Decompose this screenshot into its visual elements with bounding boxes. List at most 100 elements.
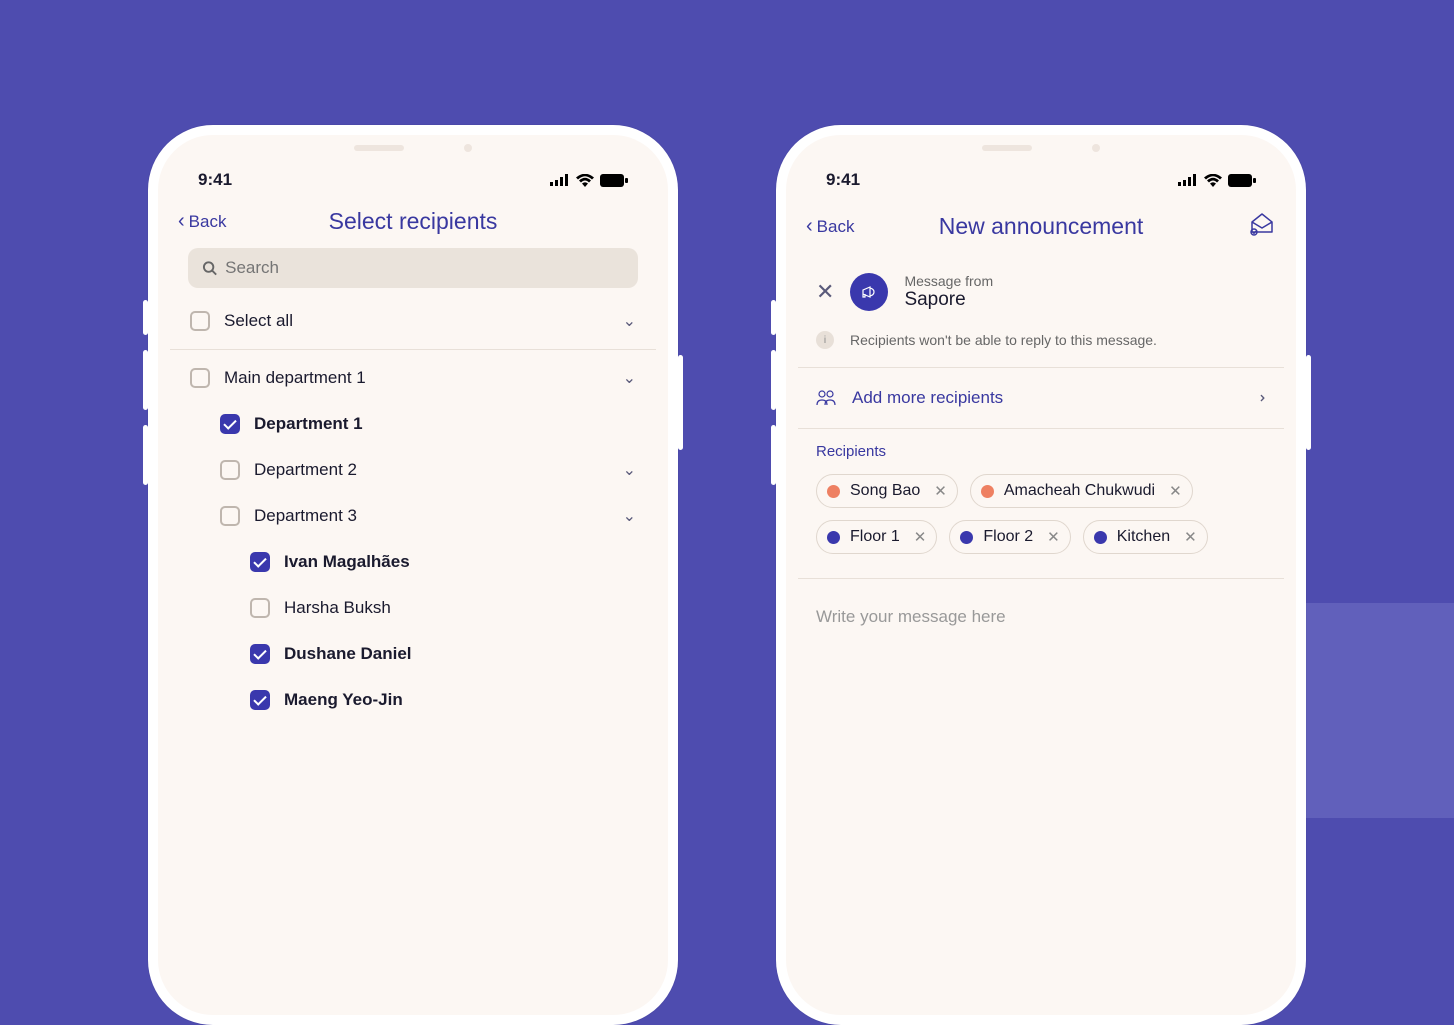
status-time: 9:41 (198, 170, 232, 190)
back-button[interactable]: ‹ Back (178, 210, 226, 233)
chip-dot (1094, 531, 1107, 544)
chevron-down-icon[interactable]: ⌄ (623, 506, 636, 526)
message-from-name: Sapore (904, 289, 993, 311)
recipients-label: Recipients (816, 443, 1266, 460)
search-input[interactable] (225, 258, 624, 278)
checkbox-checked[interactable] (250, 644, 270, 664)
chip-dot (960, 531, 973, 544)
chevron-left-icon: ‹ (806, 215, 813, 238)
message-from-label: Message from (904, 273, 993, 289)
megaphone-icon (860, 283, 878, 301)
info-row: i Recipients won't be able to reply to t… (786, 331, 1296, 367)
main-dept-label: Main department 1 (224, 368, 366, 388)
chevron-right-icon: ⌄ (1249, 391, 1269, 404)
department-row[interactable]: Department 2 ⌄ (170, 447, 656, 493)
chip-remove-icon[interactable]: ✕ (934, 482, 947, 500)
person-name: Dushane Daniel (284, 644, 412, 664)
person-name: Harsha Buksh (284, 598, 391, 618)
add-recipients-label: Add more recipients (852, 388, 1003, 408)
dept-label: Department 2 (254, 460, 357, 480)
wifi-icon (576, 174, 594, 187)
background-accent (1294, 603, 1454, 818)
chip-dot (827, 485, 840, 498)
checkbox[interactable] (220, 460, 240, 480)
add-recipients-button[interactable]: Add more recipients ⌄ (786, 368, 1296, 428)
info-text: Recipients won't be able to reply to thi… (850, 332, 1157, 348)
select-all-label: Select all (224, 311, 293, 331)
chevron-down-icon[interactable]: ⌄ (623, 460, 636, 480)
avatar (850, 273, 888, 311)
message-header: ✕ Message from Sapore (786, 253, 1296, 331)
chip-name: Song Bao (850, 482, 920, 500)
wifi-icon (1204, 174, 1222, 187)
checkbox[interactable] (190, 368, 210, 388)
person-row[interactable]: Harsha Buksh (170, 585, 656, 631)
compose-input[interactable]: Write your message here (786, 579, 1296, 655)
person-row[interactable]: Maeng Yeo-Jin (170, 677, 656, 723)
chip-remove-icon[interactable]: ✕ (1047, 528, 1060, 546)
battery-icon (1228, 174, 1256, 187)
person-row[interactable]: Ivan Magalhães (170, 539, 656, 585)
chip-name: Floor 1 (850, 528, 900, 546)
status-time: 9:41 (826, 170, 860, 190)
page-title: New announcement (939, 213, 1144, 240)
recipient-chip[interactable]: Floor 2 ✕ (949, 520, 1070, 554)
header-row: ‹ Back Select recipients (158, 200, 668, 243)
chip-name: Kitchen (1117, 528, 1170, 546)
department-row[interactable]: Department 3 ⌄ (170, 493, 656, 539)
chip-remove-icon[interactable]: ✕ (914, 528, 927, 546)
side-button (1306, 355, 1311, 450)
checkbox[interactable] (190, 311, 210, 331)
info-icon: i (816, 331, 834, 349)
person-name: Ivan Magalhães (284, 552, 410, 572)
compose-placeholder: Write your message here (816, 607, 1006, 626)
side-button (143, 350, 148, 410)
chevron-down-icon[interactable]: ⌄ (623, 311, 636, 331)
chip-dot (827, 531, 840, 544)
main-department-row[interactable]: Main department 1 ⌄ (170, 355, 656, 401)
dept-label: Department 3 (254, 506, 357, 526)
notch-indicators (786, 135, 1296, 155)
search-icon (202, 260, 217, 276)
checkbox-checked[interactable] (250, 552, 270, 572)
back-label: Back (189, 212, 227, 232)
close-icon[interactable]: ✕ (816, 279, 834, 305)
back-label: Back (817, 217, 855, 237)
search-box[interactable] (188, 248, 638, 288)
divider (170, 349, 656, 350)
battery-icon (600, 174, 628, 187)
checkbox[interactable] (220, 506, 240, 526)
chevron-left-icon: ‹ (178, 210, 185, 233)
person-name: Maeng Yeo-Jin (284, 690, 403, 710)
status-icons (1178, 174, 1256, 187)
status-bar: 9:41 (158, 155, 668, 200)
recipient-chip[interactable]: Kitchen ✕ (1083, 520, 1208, 554)
status-icons (550, 174, 628, 187)
person-row[interactable]: Dushane Daniel (170, 631, 656, 677)
notch-indicators (158, 135, 668, 155)
select-all-row[interactable]: Select all ⌄ (170, 298, 656, 344)
recipient-chip[interactable]: Amacheah Chukwudi ✕ (970, 474, 1193, 508)
department-row[interactable]: Department 1 (170, 401, 656, 447)
side-button (143, 425, 148, 485)
phone-right: 9:41 ‹ Back New announcement ✕ Messa (776, 125, 1306, 1025)
chip-remove-icon[interactable]: ✕ (1169, 482, 1182, 500)
side-button (143, 300, 148, 335)
page-title: Select recipients (329, 208, 498, 235)
back-button[interactable]: ‹ Back (806, 215, 854, 238)
side-button (678, 355, 683, 450)
checkbox[interactable] (250, 598, 270, 618)
phone-left: 9:41 ‹ Back Select recipients Select all… (148, 125, 678, 1025)
checkbox-checked[interactable] (220, 414, 240, 434)
recipient-chip[interactable]: Song Bao ✕ (816, 474, 958, 508)
chip-name: Amacheah Chukwudi (1004, 482, 1155, 500)
send-icon[interactable] (1248, 210, 1276, 243)
side-button (771, 425, 776, 485)
chevron-down-icon[interactable]: ⌄ (623, 368, 636, 388)
cellular-icon (550, 174, 570, 186)
chip-remove-icon[interactable]: ✕ (1184, 528, 1197, 546)
chip-name: Floor 2 (983, 528, 1033, 546)
recipient-chip[interactable]: Floor 1 ✕ (816, 520, 937, 554)
checkbox-checked[interactable] (250, 690, 270, 710)
side-button (771, 350, 776, 410)
